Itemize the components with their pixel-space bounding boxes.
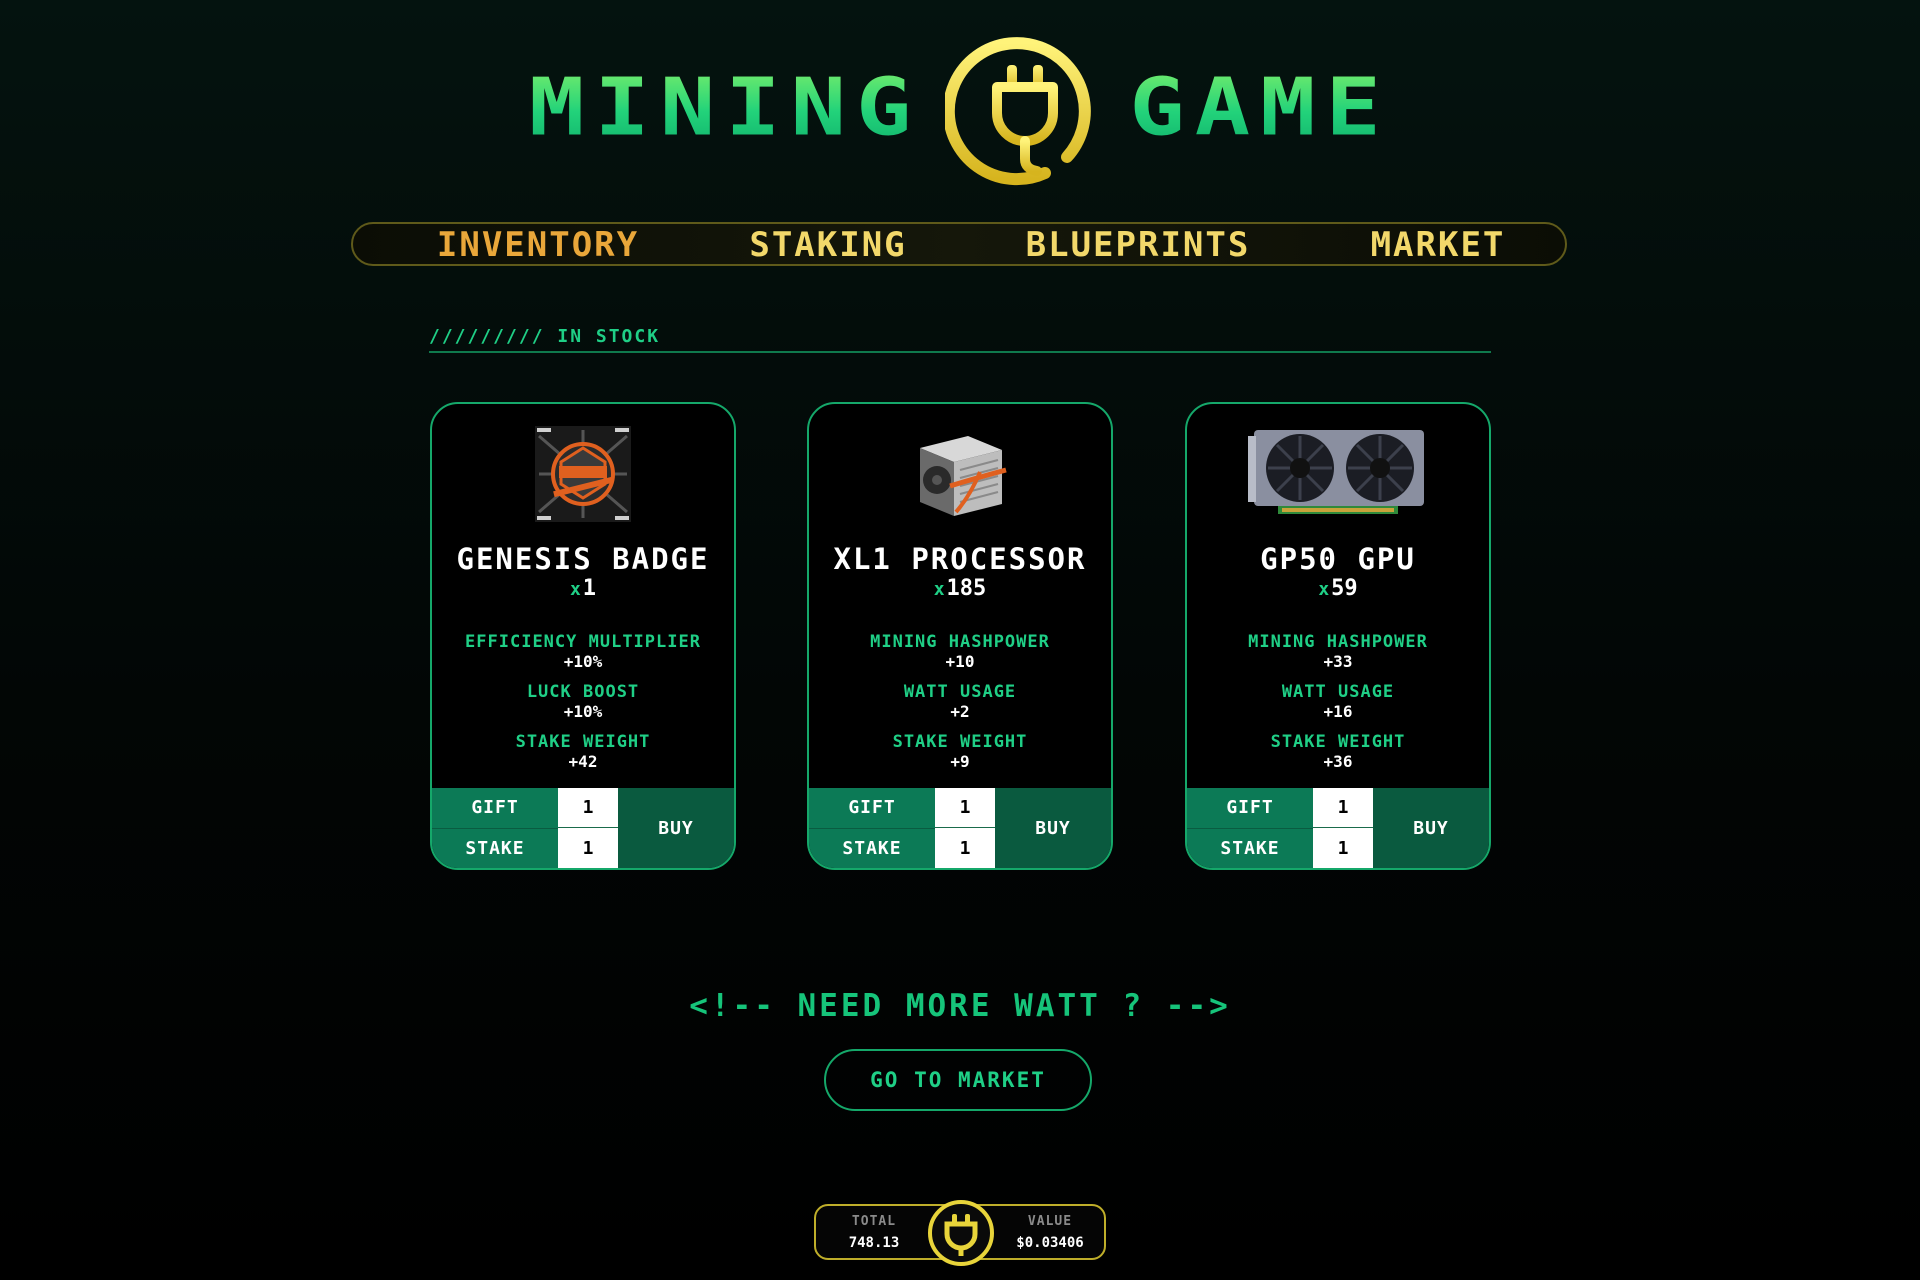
gift-quantity-input[interactable] — [558, 788, 618, 828]
card-quantity: x1 — [569, 576, 597, 601]
logo-text-right: GAME — [1129, 60, 1391, 154]
value-label: VALUE — [1027, 1214, 1073, 1229]
card-quantity: x59 — [1318, 576, 1358, 601]
main-nav: INVENTORY STAKING BLUEPRINTS MARKET — [351, 222, 1567, 266]
card-actions: GIFT STAKE BUY — [432, 788, 734, 868]
card-title: XL1 PROCESSOR — [833, 542, 1087, 576]
buy-button[interactable]: BUY — [618, 788, 734, 868]
card-actions: GIFT STAKE BUY — [1187, 788, 1489, 868]
stat-value: +10 — [945, 652, 975, 671]
stat-value: +42 — [568, 752, 598, 771]
stat-label: WATT USAGE — [903, 682, 1017, 702]
stake-quantity-input[interactable] — [935, 828, 995, 868]
stake-button[interactable]: STAKE — [809, 829, 935, 868]
nav-staking[interactable]: STAKING — [728, 224, 928, 265]
nav-market[interactable]: MARKET — [1343, 224, 1533, 265]
stake-quantity-input[interactable] — [558, 828, 618, 868]
stat-label: EFFICIENCY MULTIPLIER — [465, 632, 701, 652]
buy-button[interactable]: BUY — [1373, 788, 1489, 868]
card-title: GP50 GPU — [1260, 542, 1416, 576]
stake-button[interactable]: STAKE — [432, 829, 558, 868]
stat-label: WATT USAGE — [1281, 682, 1395, 702]
plug-coin-icon — [928, 1200, 994, 1266]
card-stats: MINING HASHPOWER +10 WATT USAGE +2 STAKE W… — [809, 632, 1111, 782]
stat-value: +10% — [563, 652, 603, 671]
balance-widget: TOTAL 748.13 VALUE $0.03406 — [814, 1200, 1106, 1266]
gift-button[interactable]: GIFT — [1187, 788, 1313, 829]
stat-value: +33 — [1323, 652, 1353, 671]
stake-button[interactable]: STAKE — [1187, 829, 1313, 868]
stat-label: MINING HASHPOWER — [1248, 632, 1428, 652]
value-amount: $0.03406 — [1016, 1235, 1084, 1251]
total-value: 748.13 — [848, 1235, 900, 1251]
item-card-gp50-gpu: GP50 GPU x59 MINING HASHPOWER +33 WATT US… — [1185, 402, 1491, 870]
stat-label: STAKE WEIGHT — [515, 732, 651, 752]
stat-label: MINING HASHPOWER — [870, 632, 1050, 652]
card-quantity: x185 — [933, 576, 987, 601]
go-to-market-button[interactable]: GO TO MARKET — [824, 1049, 1092, 1111]
gift-button[interactable]: GIFT — [432, 788, 558, 829]
plug-logo-icon — [945, 37, 1092, 186]
genesis-badge-icon — [535, 426, 631, 522]
need-more-watt-heading: <!-- NEED MORE WATT ? --> — [689, 988, 1231, 1024]
gift-button[interactable]: GIFT — [809, 788, 935, 829]
card-actions: GIFT STAKE BUY — [809, 788, 1111, 868]
nav-inventory[interactable]: INVENTORY — [413, 224, 663, 265]
game-logo: MINING GAME — [0, 22, 1920, 192]
section-heading: ///////// IN STOCK — [429, 326, 1491, 353]
stat-label: LUCK BOOST — [526, 682, 640, 702]
gift-quantity-input[interactable] — [935, 788, 995, 828]
stat-label: STAKE WEIGHT — [892, 732, 1028, 752]
item-card-xl1-processor: XL1 PROCESSOR x185 MINING HASHPOWER +10 W… — [807, 402, 1113, 870]
card-title: GENESIS BADGE — [456, 542, 710, 576]
card-stats: EFFICIENCY MULTIPLIER +10% LUCK BOOST +10%… — [432, 632, 734, 782]
stake-quantity-input[interactable] — [1313, 828, 1373, 868]
gpu-icon — [1248, 430, 1424, 514]
stat-value: +10% — [563, 702, 603, 721]
processor-icon — [920, 436, 1007, 516]
stat-value: +2 — [950, 702, 970, 721]
logo-text-left: MINING — [529, 60, 922, 154]
nav-blueprints[interactable]: BLUEPRINTS — [993, 224, 1283, 265]
stat-value: +9 — [950, 752, 970, 771]
total-label: TOTAL — [851, 1214, 897, 1229]
card-stats: MINING HASHPOWER +33 WATT USAGE +16 STAKE … — [1187, 632, 1489, 782]
item-card-genesis-badge: GENESIS BADGE x1 EFFICIENCY MULTIPLIER +1… — [430, 402, 736, 870]
gift-quantity-input[interactable] — [1313, 788, 1373, 828]
stat-value: +36 — [1323, 752, 1353, 771]
stat-value: +16 — [1323, 702, 1353, 721]
buy-button[interactable]: BUY — [995, 788, 1111, 868]
stat-label: STAKE WEIGHT — [1270, 732, 1406, 752]
